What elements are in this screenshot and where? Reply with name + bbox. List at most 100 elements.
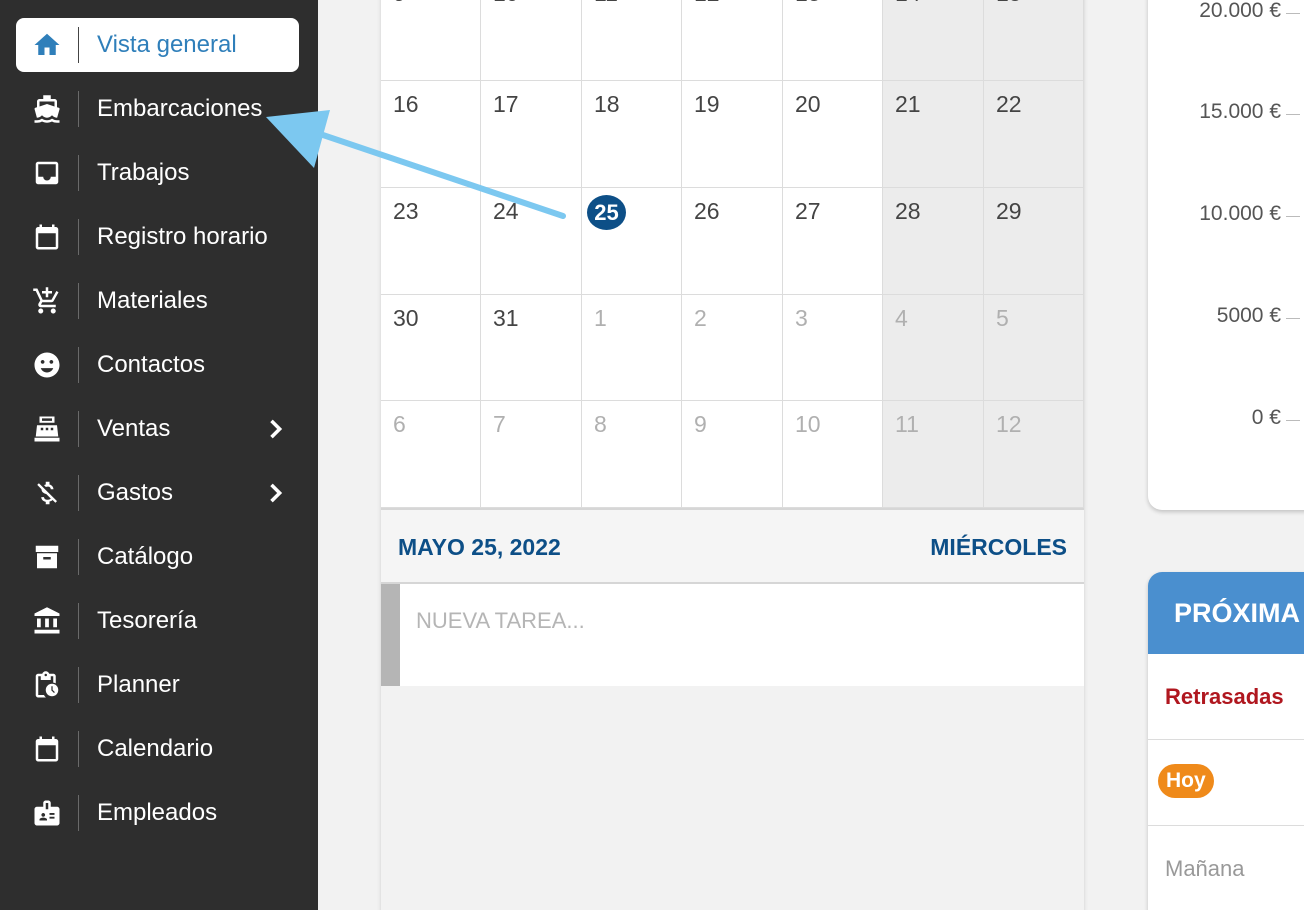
calendar-day-cell[interactable]: 23 [381,188,481,295]
calendar-day-cell[interactable]: 19 [682,81,783,188]
calendar-day-cell[interactable]: 13 [783,0,883,81]
calendar-day-cell[interactable]: 3 [783,295,883,401]
calendar-day-cell[interactable]: 31 [481,295,582,401]
nav-separator [78,91,79,127]
today-marker: 25 [587,195,626,230]
day-number: 17 [493,91,519,117]
sidebar-item-trabajos[interactable]: Trabajos [16,146,299,200]
selected-date: MAYO 25, 2022 [398,534,561,560]
badge-icon [16,786,78,840]
calendar-day-cell[interactable]: 5 [984,295,1084,401]
calendar-day-cell[interactable]: 10 [481,0,582,81]
chevron-right-icon[interactable] [261,415,289,443]
selected-weekday: MIÉRCOLES [930,534,1067,560]
upcoming-row-tomorrow[interactable]: Mañana [1148,826,1304,910]
chevron-right-icon[interactable] [261,479,289,507]
sidebar-item-label: Catálogo [97,543,194,570]
day-number: 16 [393,91,419,117]
nav-separator [78,795,79,831]
calendar-day-cell[interactable]: 12 [682,0,783,81]
calendar-day-cell[interactable]: 6 [381,401,481,508]
sidebar-item-vista-general[interactable]: Vista general [16,18,299,72]
calendar-day-cell[interactable]: 26 [682,188,783,295]
sidebar-item-label: Calendario [97,735,214,762]
contacts-icon [16,338,78,392]
sidebar-item-label: Contactos [97,351,206,378]
today-badge: Hoy [1158,764,1214,798]
sidebar-item-calendario[interactable]: Calendario [16,722,299,776]
calendar-day-cell[interactable]: 30 [381,295,481,401]
nav-separator [78,219,79,255]
day-number: 1 [594,305,607,331]
calendar-day-cell[interactable]: 2 [682,295,783,401]
nav-separator [78,155,79,191]
calendar-day-cell[interactable]: 8 [582,401,682,508]
calendar-icon [16,210,78,264]
sidebar-item-catalogo[interactable]: Catálogo [16,530,299,584]
calendar-day-cell[interactable]: 7 [481,401,582,508]
y-axis-tick-mark [1286,318,1300,319]
calendar-day-cell[interactable]: 9 [682,401,783,508]
sidebar-item-label: Empleados [97,799,218,826]
sidebar-item-embarcaciones[interactable]: Embarcaciones [16,82,299,136]
nav-separator [78,475,79,511]
calendar-day-cell[interactable]: 4 [883,295,984,401]
sidebar-item-empleados[interactable]: Empleados [16,786,299,840]
calendar-day-cell[interactable]: 22 [984,81,1084,188]
home-icon [16,18,78,72]
calendar-day-cell[interactable]: 24 [481,188,582,295]
y-axis-tick-mark [1286,216,1300,217]
calendar-day-cell[interactable]: 29 [984,188,1084,295]
calendar-day-cell[interactable]: 20 [783,81,883,188]
upcoming-title: PRÓXIMA [1174,598,1301,628]
y-axis-tick-label: 5000 € [1216,304,1281,327]
upcoming-row-today[interactable]: Hoy [1148,740,1304,826]
calendar-day-cell[interactable]: 21 [883,81,984,188]
sidebar-item-label: Planner [97,671,180,698]
sidebar-item-contactos[interactable]: Contactos [16,338,299,392]
sidebar-item-materiales[interactable]: Materiales [16,274,299,328]
sidebar-item-registro-horario[interactable]: Registro horario [16,210,299,264]
calendar-day-cell[interactable]: 25 [582,188,682,295]
new-task-row [381,584,1084,686]
sidebar-item-tesoreria[interactable]: Tesorería [16,594,299,648]
calendar-day-cell[interactable]: 18 [582,81,682,188]
nav-separator [78,539,79,575]
calendar-day-cell[interactable]: 9 [381,0,481,81]
sidebar-item-ventas[interactable]: Ventas [16,402,299,456]
calendar-day-cell[interactable]: 27 [783,188,883,295]
calendar-day-cell[interactable]: 14 [883,0,984,81]
calendar-day-cell[interactable]: 1 [582,295,682,401]
sidebar-item-planner[interactable]: Planner [16,658,299,712]
calendar-day-cell[interactable]: 11 [582,0,682,81]
y-axis-tick-label: 15.000 € [1199,100,1281,123]
day-number: 29 [996,198,1022,224]
sidebar-item-label: Vista general [97,31,237,58]
sidebar-item-gastos[interactable]: Gastos [16,466,299,520]
y-axis-tick-mark [1286,114,1300,115]
late-label: Retrasadas [1165,684,1284,709]
y-axis-tick-mark [1286,420,1300,421]
day-number: 26 [694,198,720,224]
calendar-day-cell[interactable]: 12 [984,401,1084,508]
calendar-day-cell[interactable]: 16 [381,81,481,188]
day-number: 31 [493,305,519,331]
calendar-day-cell[interactable]: 11 [883,401,984,508]
day-number: 8 [594,411,607,437]
calendar-day-cell[interactable]: 28 [883,188,984,295]
day-number: 12 [694,0,720,7]
sidebar: Vista general Embarcaciones Trabajos Reg… [0,0,318,910]
calendar-day-cell[interactable]: 10 [783,401,883,508]
nav-separator [78,347,79,383]
day-number: 28 [895,198,921,224]
upcoming-row-late[interactable]: Retrasadas [1148,654,1304,740]
cart-icon [16,274,78,328]
day-number: 23 [393,198,419,224]
new-task-input[interactable] [416,604,1056,638]
day-number: 24 [493,198,519,224]
calendar-day-cell[interactable]: 17 [481,81,582,188]
calendar-day-cell[interactable]: 15 [984,0,1084,81]
y-axis-tick-label: 20.000 € [1199,0,1281,22]
day-number: 10 [493,0,519,7]
day-number: 2 [694,305,707,331]
